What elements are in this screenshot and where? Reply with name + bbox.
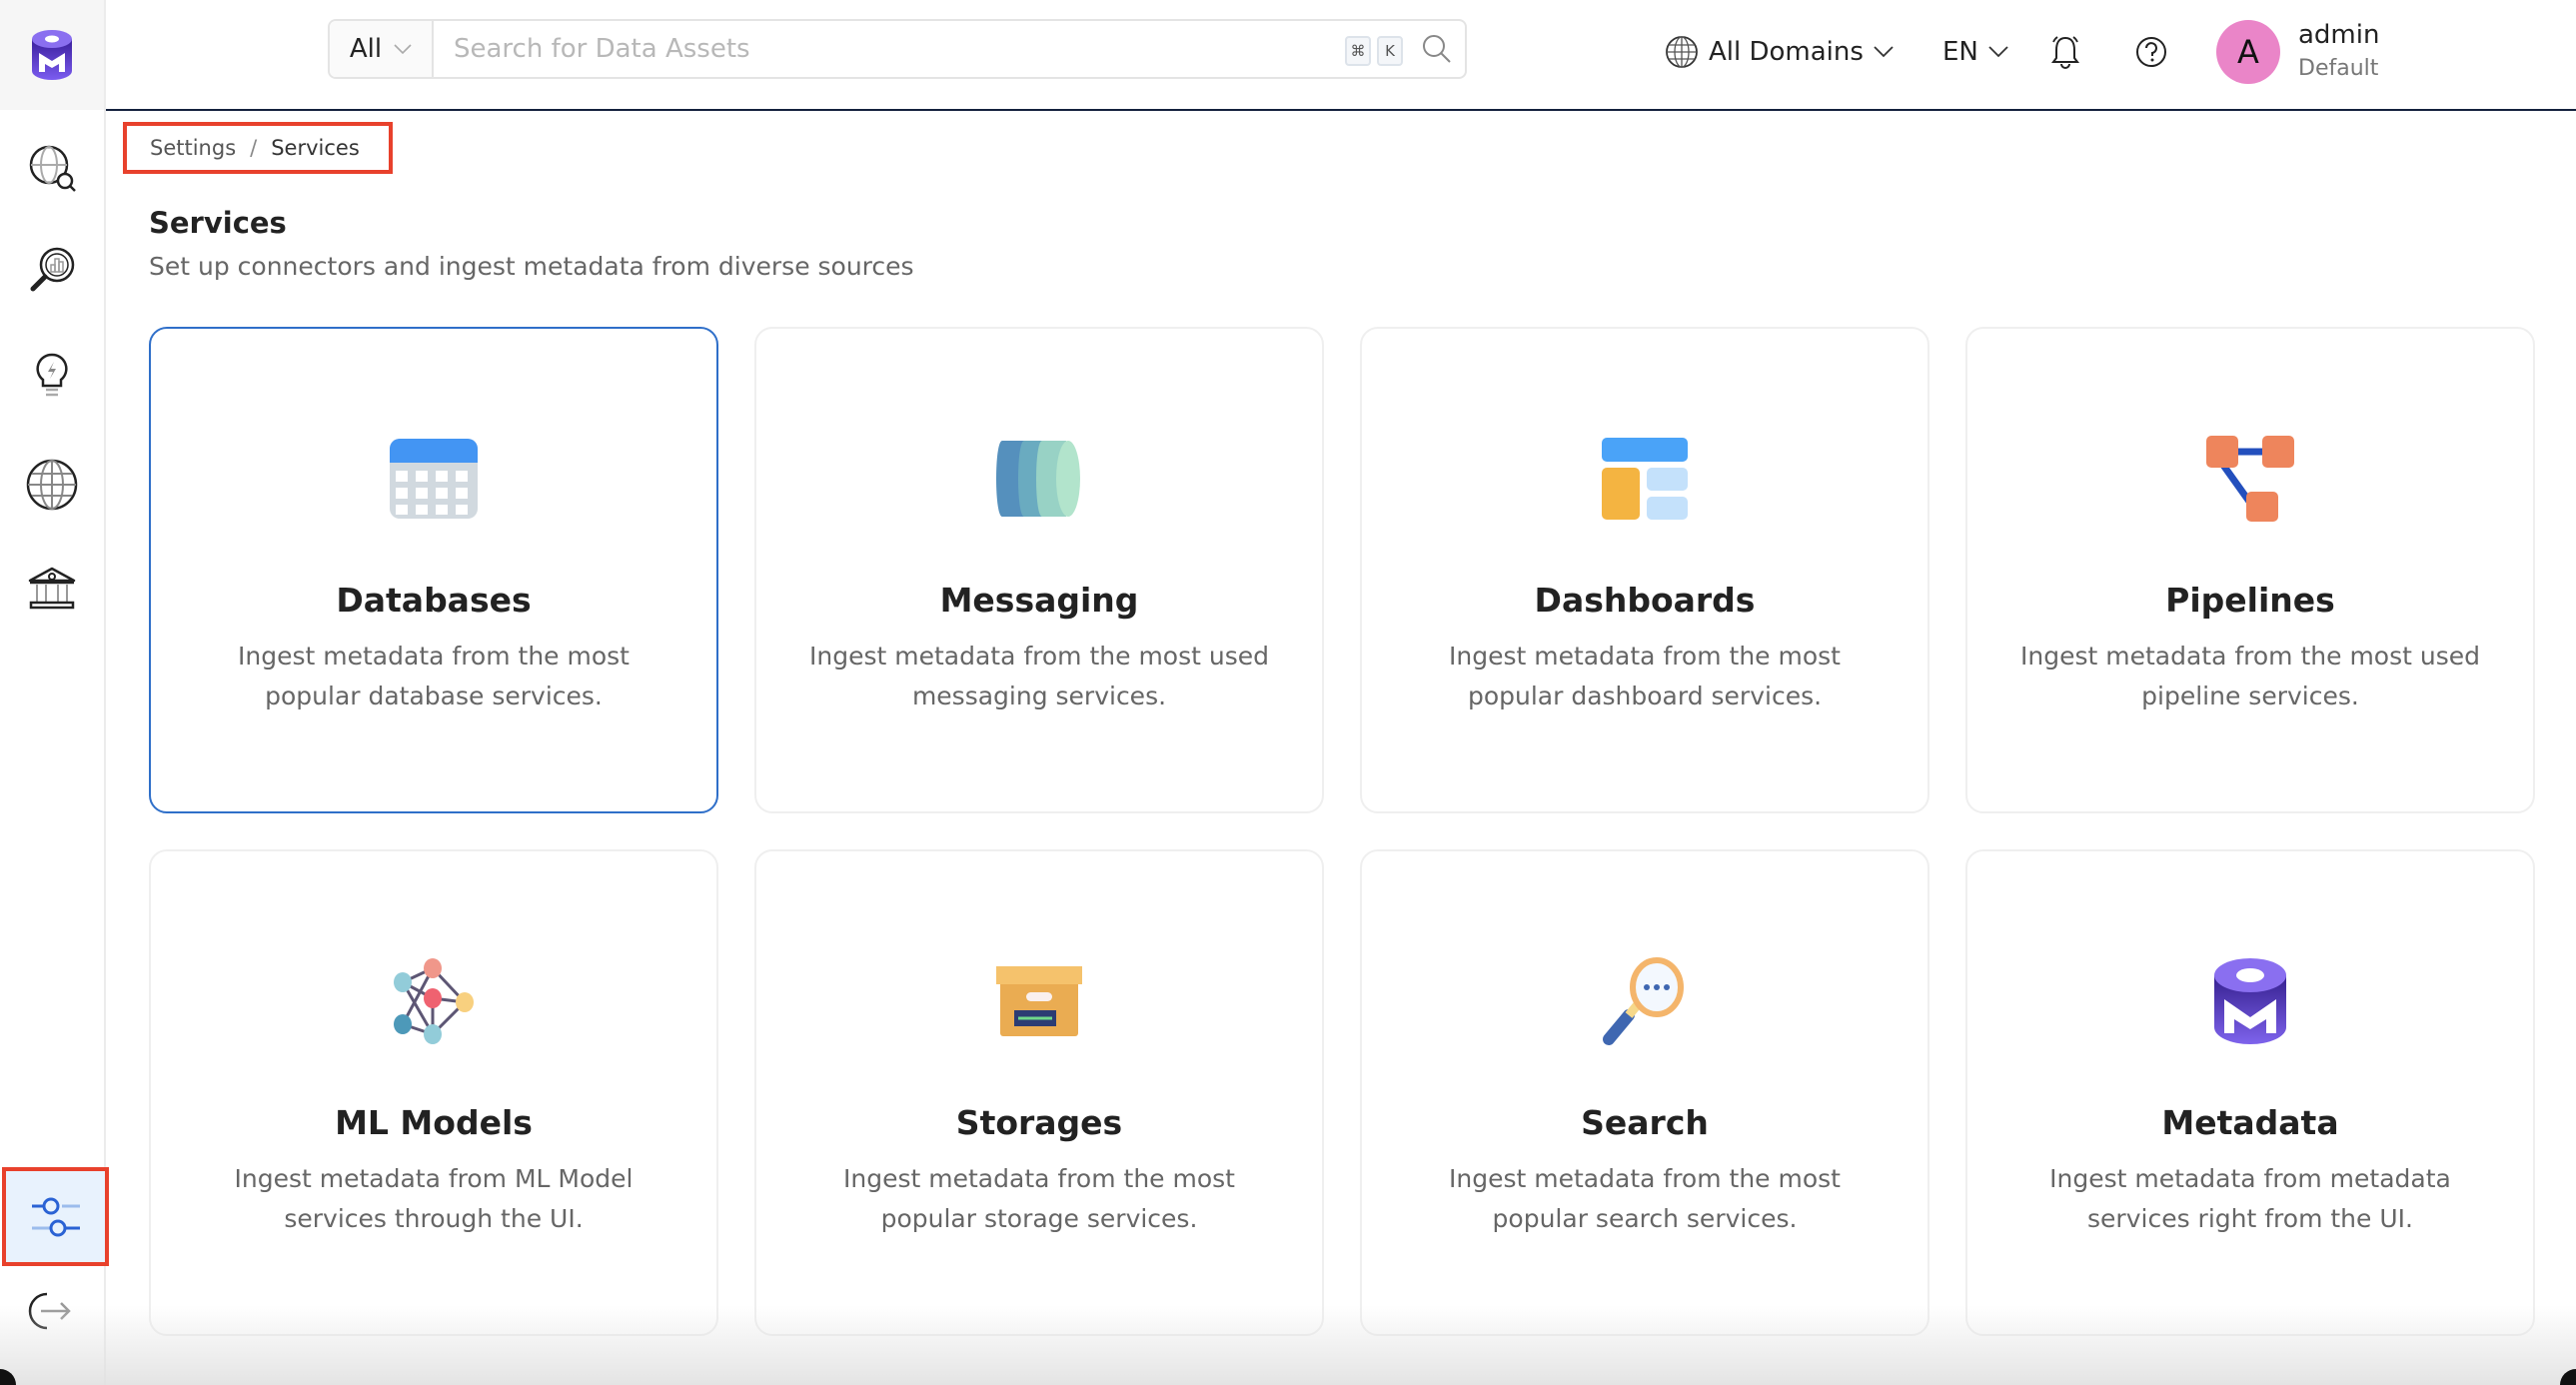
service-card-ml-models[interactable]: ML Models Ingest metadata from ML Model … <box>149 849 718 1336</box>
sidebar-item-settings[interactable] <box>2 1167 109 1266</box>
globe-icon <box>26 459 78 511</box>
service-card-metadata[interactable]: Metadata Ingest metadata from metadata s… <box>1965 849 2535 1336</box>
search-filter-dropdown[interactable]: All <box>330 21 434 77</box>
help-button[interactable] <box>2134 30 2168 74</box>
sidebar-item-domains[interactable] <box>22 455 82 515</box>
openmetadata-logo-icon <box>32 30 72 80</box>
messaging-icon <box>996 441 1080 517</box>
service-card-search[interactable]: Search Ingest metadata from the most pop… <box>1360 849 1930 1336</box>
search-input[interactable] <box>434 21 1345 77</box>
card-title: Messaging <box>939 581 1139 620</box>
bank-icon <box>28 567 76 610</box>
shortcut-k-key: K <box>1377 36 1403 66</box>
breadcrumb-item-services: Services <box>271 136 360 160</box>
database-icon <box>390 439 478 519</box>
magnifier-chart-icon <box>30 247 75 292</box>
search-button[interactable] <box>1409 21 1465 77</box>
sliders-icon <box>31 1197 80 1236</box>
card-title: Dashboards <box>1534 581 1756 620</box>
card-description: Ingest metadata from metadata services r… <box>2049 1164 2451 1233</box>
sidebar <box>0 0 109 1385</box>
search-icon <box>1423 35 1451 63</box>
shortcut-cmd-key: ⌘ <box>1345 36 1371 66</box>
sidebar-item-governance[interactable] <box>22 558 82 618</box>
bell-icon <box>2051 36 2079 69</box>
top-header: All ⌘ K All Domains EN <box>106 0 2576 111</box>
sidebar-item-data-insights[interactable] <box>22 240 82 300</box>
logout-icon <box>28 1292 71 1330</box>
card-description: Ingest metadata from the most used pipel… <box>2020 642 2480 710</box>
service-card-storages[interactable]: Storages Ingest metadata from the most p… <box>754 849 1324 1336</box>
card-title: Search <box>1581 1103 1709 1142</box>
sidebar-item-explore[interactable] <box>22 138 82 198</box>
breadcrumb-item-settings[interactable]: Settings <box>150 136 236 160</box>
user-role: Default <box>2298 56 2379 81</box>
card-description: Ingest metadata from the most popular se… <box>1449 1164 1841 1233</box>
pipeline-icon <box>2206 436 2294 522</box>
service-card-databases[interactable]: Databases Ingest metadata from the most … <box>149 327 718 813</box>
chevron-down-icon <box>1874 46 1894 58</box>
language-label: EN <box>1942 37 1978 67</box>
search-service-icon <box>1603 957 1684 1045</box>
card-title: ML Models <box>335 1103 533 1142</box>
page-subtitle: Set up connectors and ingest metadata fr… <box>149 252 914 281</box>
domain-label: All Domains <box>1709 37 1864 67</box>
user-name: admin <box>2298 20 2380 50</box>
metadata-icon <box>2214 958 2286 1044</box>
ml-model-icon <box>394 958 474 1044</box>
search-filter-label: All <box>349 34 383 64</box>
logout-button[interactable] <box>22 1281 82 1341</box>
user-avatar[interactable]: A <box>2216 20 2280 84</box>
card-description: Ingest metadata from the most used messa… <box>809 642 1269 710</box>
card-description: Ingest metadata from ML Model services t… <box>234 1164 634 1233</box>
storage-icon <box>996 966 1082 1036</box>
globe-search-icon <box>29 145 76 192</box>
domain-selector[interactable]: All Domains <box>1665 30 1894 74</box>
avatar-initial: A <box>2237 33 2259 71</box>
service-card-dashboards[interactable]: Dashboards Ingest metadata from the most… <box>1360 327 1930 813</box>
chevron-down-icon <box>1988 46 2008 58</box>
globe-icon <box>1666 36 1698 68</box>
notifications-button[interactable] <box>2048 30 2082 74</box>
service-card-messaging[interactable]: Messaging Ingest metadata from the most … <box>754 327 1324 813</box>
dashboard-icon <box>1602 438 1688 520</box>
card-description: Ingest metadata from the most popular st… <box>843 1164 1235 1233</box>
lightbulb-bolt-icon <box>36 353 68 397</box>
window-corner <box>2560 1369 2576 1385</box>
card-title: Metadata <box>2161 1103 2339 1142</box>
chevron-down-icon <box>394 44 412 54</box>
card-title: Pipelines <box>2165 581 2335 620</box>
card-title: Storages <box>955 1103 1123 1142</box>
card-description: Ingest metadata from the most popular da… <box>238 642 630 710</box>
breadcrumb: Settings / Services <box>123 122 393 174</box>
card-description: Ingest metadata from the most popular da… <box>1449 642 1841 710</box>
card-title: Databases <box>336 581 532 620</box>
global-search: All ⌘ K <box>328 19 1467 79</box>
help-icon <box>2136 37 2166 67</box>
sidebar-item-observability[interactable] <box>22 346 82 406</box>
language-selector[interactable]: EN <box>1942 30 2008 74</box>
app-logo[interactable] <box>0 0 104 110</box>
service-card-pipelines[interactable]: Pipelines Ingest metadata from the most … <box>1965 327 2535 813</box>
page-title: Services <box>149 206 287 240</box>
breadcrumb-separator: / <box>250 136 258 160</box>
